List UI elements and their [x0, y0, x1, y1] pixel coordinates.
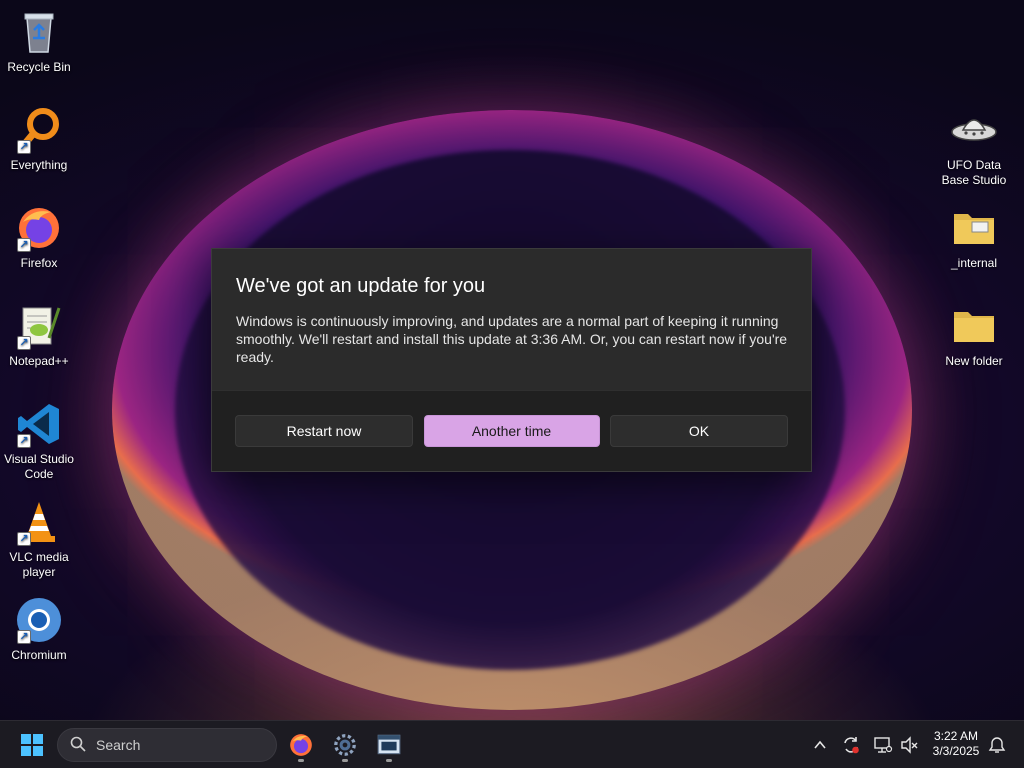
terminal-window-icon [377, 734, 401, 755]
taskbar-terminal-button[interactable] [371, 727, 407, 763]
taskbar-settings-button[interactable] [327, 727, 363, 763]
settings-gear-icon [334, 734, 356, 756]
dialog-footer: Restart now Another time OK [212, 390, 811, 471]
update-sync-icon [844, 737, 859, 754]
vlc-icon: ↗ [15, 498, 63, 546]
show-hidden-icons-button[interactable] [802, 727, 838, 763]
clock-time: 3:22 AM [933, 729, 979, 743]
desktop-icon-new-folder[interactable]: New folder [935, 302, 1013, 369]
dialog-title: We've got an update for you [236, 275, 486, 297]
desktop-icon-label: _internal [950, 256, 998, 270]
notifications-icon [988, 737, 1006, 753]
folder-icon [950, 302, 998, 350]
shortcut-arrow-icon: ↗ [17, 238, 31, 252]
chromium-icon: ↗ [15, 596, 63, 644]
ok-button[interactable]: OK [610, 415, 788, 447]
shortcut-arrow-icon: ↗ [17, 630, 31, 644]
running-indicator [342, 759, 348, 762]
desktop-icon-notepad-plus-plus[interactable]: ↗ Notepad++ [0, 302, 78, 369]
desktop-icon-label: UFO Data Base Studio [941, 158, 1007, 187]
desktop-icon-vlc[interactable]: ↗ VLC media player [0, 498, 78, 580]
another-time-button[interactable]: Another time [423, 415, 600, 447]
desktop-icon-recycle-bin[interactable]: Recycle Bin [0, 8, 78, 75]
start-button[interactable] [14, 727, 50, 763]
desktop-icon-label: Visual Studio Code [4, 452, 74, 481]
desktop-icon-label: Recycle Bin [7, 60, 71, 74]
desktop-icon-label: Chromium [11, 648, 67, 662]
search-placeholder: Search [96, 737, 141, 753]
network-icon [874, 737, 893, 753]
update-dialog: We've got an update for you Windows is c… [211, 248, 812, 472]
taskbar-clock[interactable]: 3:22 AM 3/3/2025 [926, 729, 986, 759]
recycle-bin-icon [15, 8, 63, 56]
running-indicator [386, 759, 392, 762]
restart-now-button[interactable]: Restart now [235, 415, 413, 447]
clock-date: 3/3/2025 [932, 744, 980, 758]
dialog-body: We've got an update for you Windows is c… [212, 249, 811, 390]
shortcut-arrow-icon: ↗ [17, 336, 31, 350]
notifications-button[interactable] [982, 727, 1012, 763]
volume-tray-button[interactable] [892, 727, 926, 763]
shortcut-arrow-icon: ↗ [17, 140, 31, 154]
desktop-icon-everything[interactable]: ↗ Everything [0, 106, 78, 173]
desktop-icon-label: Notepad++ [9, 354, 69, 368]
shortcut-arrow-icon: ↗ [17, 434, 31, 448]
desktop-icon-chromium[interactable]: ↗ Chromium [0, 596, 78, 663]
taskbar-firefox-button[interactable] [283, 727, 319, 763]
desktop-icon-label: Firefox [20, 256, 58, 270]
everything-search-icon: ↗ [15, 106, 63, 154]
shortcut-arrow-icon: ↗ [17, 532, 31, 546]
vscode-icon: ↗ [15, 400, 63, 448]
windows-logo-icon [21, 734, 43, 756]
dialog-message: Windows is continuously improving, and u… [236, 313, 788, 365]
volume-muted-icon [901, 736, 918, 754]
ufo-icon [950, 106, 998, 154]
taskbar-search-box[interactable]: Search [57, 728, 277, 762]
firefox-icon [290, 734, 312, 756]
desktop-icon-label: VLC media player [9, 550, 69, 579]
search-icon [70, 736, 86, 755]
folder-icon [950, 204, 998, 252]
desktop-icon-firefox[interactable]: ↗ Firefox [0, 204, 78, 271]
desktop-icon-vscode[interactable]: ↗ Visual Studio Code [0, 400, 78, 482]
running-indicator [298, 759, 304, 762]
notepad-plus-plus-icon: ↗ [15, 302, 63, 350]
desktop-icon-internal-folder[interactable]: _internal [935, 204, 1013, 271]
desktop-icon-label: Everything [10, 158, 68, 172]
windows-update-tray-button[interactable] [834, 727, 868, 763]
firefox-icon: ↗ [15, 204, 63, 252]
desktop-icon-ufo-studio[interactable]: UFO Data Base Studio [935, 106, 1013, 188]
taskbar: Search 3:22 AM 3/3/2025 [0, 720, 1024, 768]
chevron-up-icon [814, 740, 826, 749]
desktop-icon-label: New folder [945, 354, 1003, 368]
